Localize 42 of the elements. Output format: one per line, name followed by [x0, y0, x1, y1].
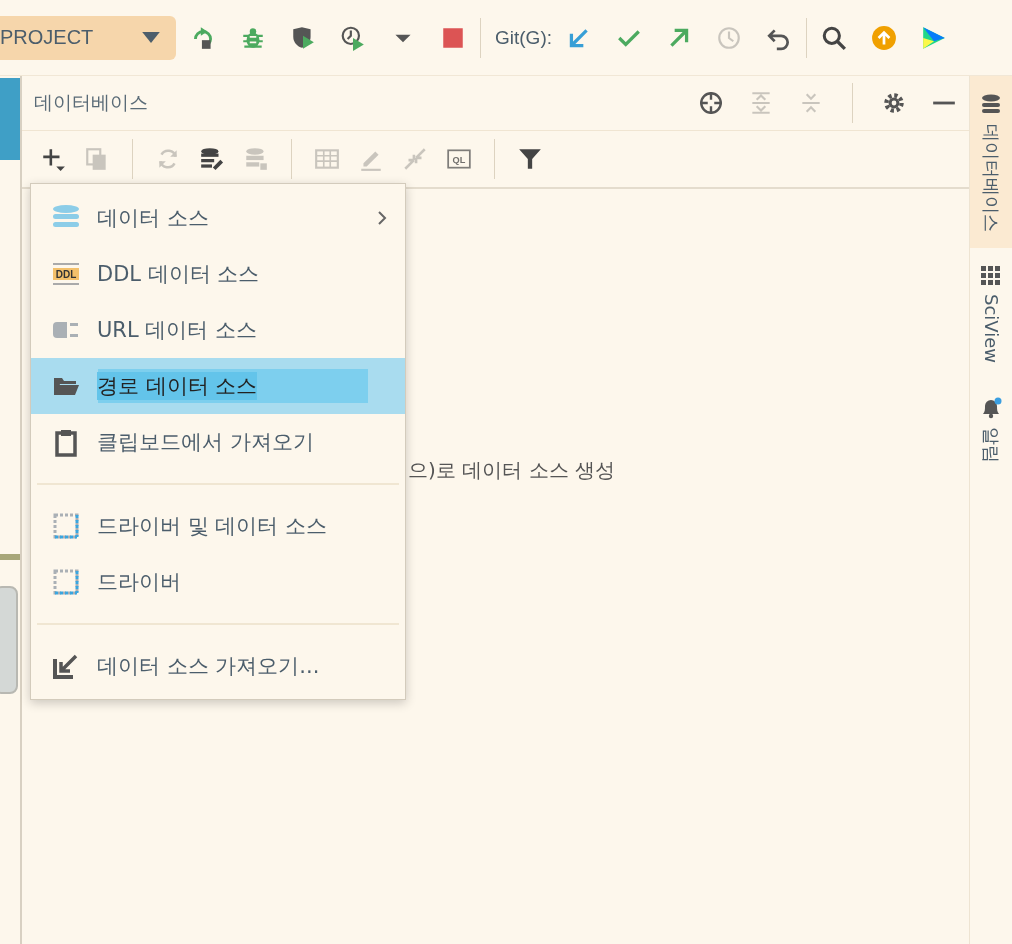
project-dropdown[interactable]: PROJECT	[0, 15, 176, 60]
dotted-square-icon	[51, 511, 81, 541]
panel-title: 데이터베이스	[34, 90, 148, 115]
empty-hint-text: 으)로 데이터 소스 생성	[408, 457, 615, 484]
settings-icon[interactable]	[881, 90, 907, 116]
menu-item-label: 데이터 소스	[97, 205, 209, 232]
caret-icon	[142, 32, 160, 43]
shield-play-icon[interactable]	[290, 24, 316, 51]
chevron-right-icon	[377, 210, 387, 226]
scrollbar-thumb[interactable]	[0, 586, 18, 694]
menu-item-label: URL 데이터 소스	[97, 317, 257, 344]
plus-icon[interactable]	[40, 146, 66, 172]
menu-item-label: 드라이버 및 데이터 소스	[97, 513, 328, 540]
tool-window-tab[interactable]: 알림	[970, 379, 1012, 480]
database-wrench-icon[interactable]	[199, 146, 225, 172]
tool-window-tab[interactable]: 데이터베이스	[970, 76, 1012, 248]
menu-item-label: DDL 데이터 소스	[97, 261, 260, 288]
bell-icon	[980, 397, 1002, 420]
menu-item[interactable]: 경로 데이터 소스	[31, 358, 405, 414]
menu-item[interactable]: 드라이버	[31, 554, 405, 610]
upload-circle-icon[interactable]	[871, 24, 897, 51]
grid-icon	[981, 266, 1001, 286]
menu-item-label: 경로 데이터 소스	[97, 372, 258, 400]
clock-play-icon[interactable]	[340, 24, 366, 51]
menu-item-label: 클립보드에서 가져오기	[97, 429, 314, 456]
dotted-square-icon	[51, 567, 81, 597]
menu-item[interactable]: 데이터 소스	[31, 190, 405, 246]
menu-item-label: 드라이버	[97, 569, 181, 596]
crosshair-icon[interactable]	[698, 90, 724, 116]
filter-icon[interactable]	[517, 146, 543, 172]
tab-underline	[0, 554, 20, 560]
triangle-logo-icon[interactable]	[921, 24, 947, 51]
database-icon	[981, 94, 1001, 116]
menu-item-label: 데이터 소스 가져오기...	[97, 653, 320, 680]
menu-item[interactable]: URL 데이터 소스	[31, 302, 405, 358]
search-icon[interactable]	[821, 24, 847, 51]
git-label: Git(G):	[495, 26, 552, 49]
menu-item[interactable]: DDL DDL 데이터 소스	[31, 246, 405, 302]
tool-window-tab[interactable]: SciView	[970, 248, 1012, 380]
menu-item[interactable]: 클립보드에서 가져오기	[31, 414, 405, 470]
menu-item[interactable]: 데이터 소스 가져오기...	[31, 638, 405, 694]
menu-item[interactable]: 드라이버 및 데이터 소스	[31, 498, 405, 554]
